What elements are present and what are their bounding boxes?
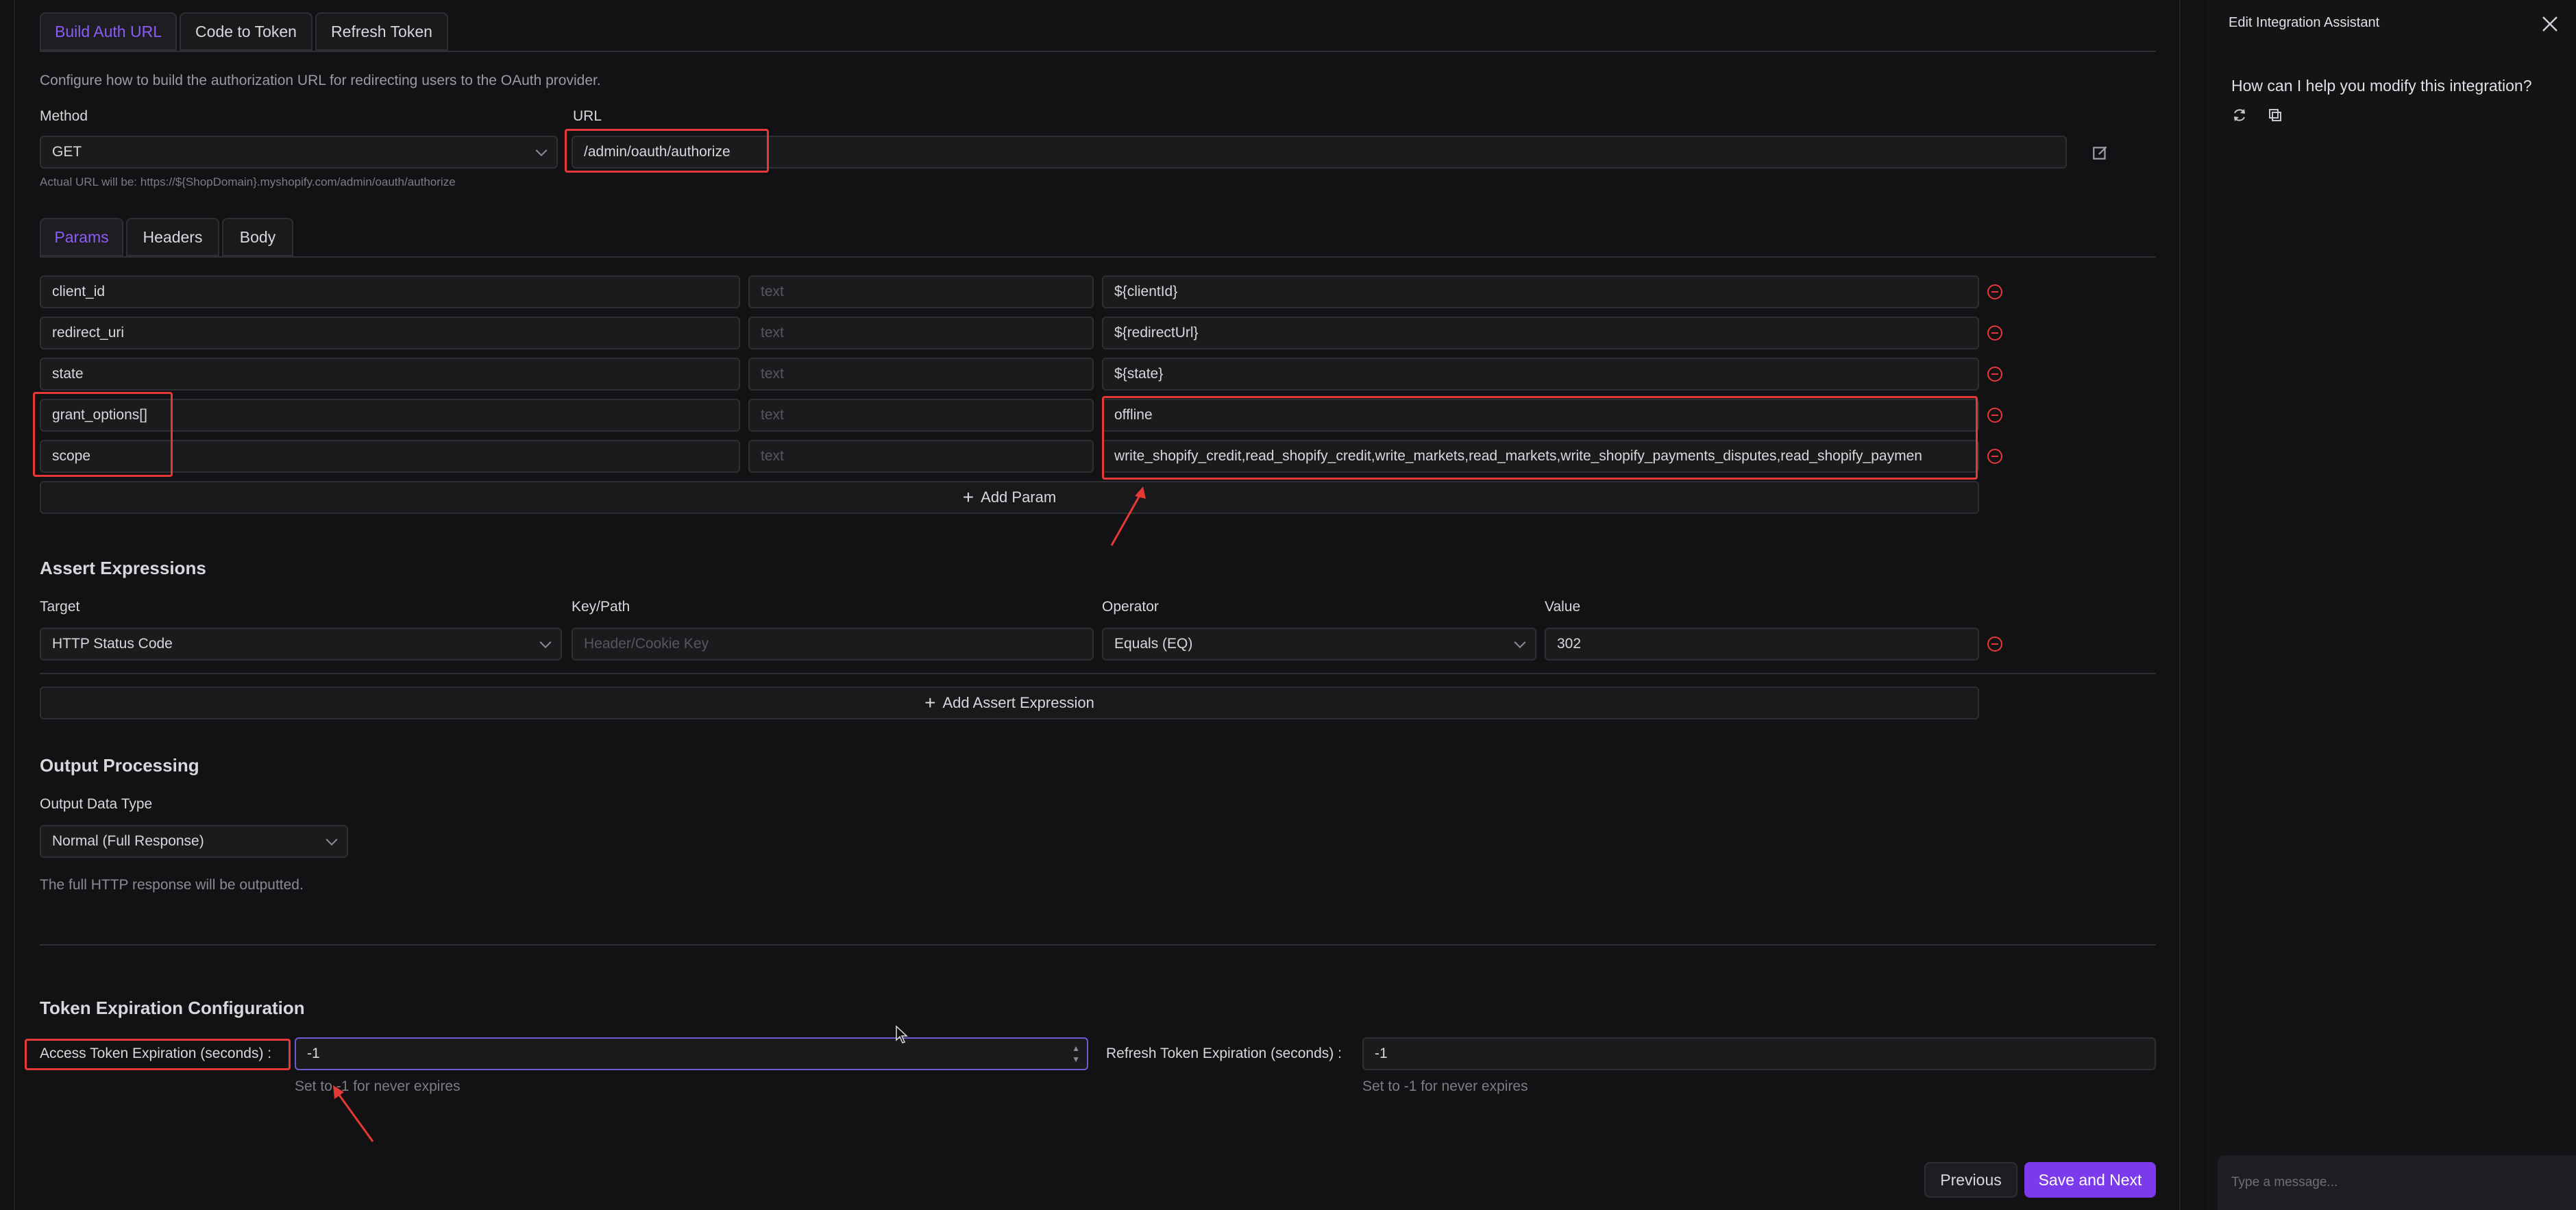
param-value-input[interactable]: ${state} xyxy=(1102,358,1979,391)
panel-divider xyxy=(2179,0,2181,1210)
annotation-arrow xyxy=(333,1085,374,1142)
assert-operator-value: Equals (EQ) xyxy=(1114,636,1193,652)
add-param-label: Add Param xyxy=(981,489,1057,506)
param-values-highlight xyxy=(1102,396,1978,480)
message-placeholder: Type a message... xyxy=(2231,1175,2338,1189)
tab-refresh-token[interactable]: Refresh Token xyxy=(315,12,448,51)
url-label: URL xyxy=(573,108,602,124)
param-type-input[interactable]: text xyxy=(748,440,1094,473)
plus-icon: + xyxy=(962,486,974,508)
previous-button[interactable]: Previous xyxy=(1924,1162,2017,1198)
copy-icon[interactable] xyxy=(2267,107,2283,123)
section-description: Configure how to build the authorization… xyxy=(40,73,601,88)
params-tabs-divider xyxy=(40,256,2156,258)
tab-body[interactable]: Body xyxy=(222,218,293,256)
tab-build-auth-url[interactable]: Build Auth URL xyxy=(40,12,177,51)
param-key-input[interactable]: state xyxy=(40,358,740,391)
tab-code-to-token[interactable]: Code to Token xyxy=(180,12,312,51)
param-type-input[interactable]: text xyxy=(748,275,1094,308)
remove-param-icon[interactable] xyxy=(1987,284,2002,299)
left-edge xyxy=(14,0,15,1210)
method-label: Method xyxy=(40,108,88,124)
add-assert-label: Add Assert Expression xyxy=(942,694,1094,711)
remove-param-icon[interactable] xyxy=(1987,367,2002,382)
token-section-title: Token Expiration Configuration xyxy=(40,998,305,1018)
chevron-down-icon xyxy=(1514,637,1526,649)
refresh-token-hint: Set to -1 for never expires xyxy=(1362,1078,1528,1094)
chevron-down-icon xyxy=(535,145,548,157)
assert-section-title: Assert Expressions xyxy=(40,558,206,578)
refresh-icon[interactable] xyxy=(2231,107,2248,123)
stepper-icon[interactable]: ▲ ▼ xyxy=(1072,1043,1080,1065)
assistant-greeting: How can I help you modify this integrati… xyxy=(2231,77,2532,95)
chevron-down-icon xyxy=(539,637,552,649)
output-type-label: Output Data Type xyxy=(40,796,153,812)
close-icon[interactable] xyxy=(2540,14,2560,34)
assistant-title: Edit Integration Assistant xyxy=(2229,15,2380,30)
output-type-select[interactable]: Normal (Full Response) xyxy=(40,825,348,858)
tab-params[interactable]: Params xyxy=(40,218,123,256)
access-token-hint: Set to -1 for never expires xyxy=(295,1078,461,1094)
output-divider xyxy=(40,944,2156,946)
mouse-cursor-icon xyxy=(896,1025,908,1044)
edit-icon[interactable] xyxy=(2092,144,2109,162)
assert-operator-label: Operator xyxy=(1102,599,1159,615)
assert-keypath-label: Key/Path xyxy=(572,599,630,615)
assert-target-select[interactable]: HTTP Status Code xyxy=(40,628,562,660)
param-key-input[interactable]: redirect_uri xyxy=(40,317,740,349)
add-param-button[interactable]: + Add Param xyxy=(40,481,1979,514)
param-type-input[interactable]: text xyxy=(748,317,1094,349)
assert-target-label: Target xyxy=(40,599,80,615)
tab-headers[interactable]: Headers xyxy=(126,218,219,256)
refresh-token-input[interactable]: -1 xyxy=(1362,1037,2156,1070)
add-assert-button[interactable]: + Add Assert Expression xyxy=(40,687,1979,719)
remove-param-icon[interactable] xyxy=(1987,325,2002,341)
access-label-highlight xyxy=(25,1039,291,1070)
param-type-input[interactable]: text xyxy=(748,399,1094,432)
output-section-title: Output Processing xyxy=(40,755,199,776)
param-value-input[interactable]: ${clientId} xyxy=(1102,275,1979,308)
param-key-input[interactable]: client_id xyxy=(40,275,740,308)
method-select[interactable]: GET xyxy=(40,136,558,169)
chevron-down-icon xyxy=(326,834,338,846)
assert-keypath-input[interactable]: Header/Cookie Key xyxy=(572,628,1094,660)
refresh-token-label: Refresh Token Expiration (seconds) : xyxy=(1106,1046,1342,1061)
output-hint: The full HTTP response will be outputted… xyxy=(40,877,304,893)
param-value-input[interactable]: ${redirectUrl} xyxy=(1102,317,1979,349)
plus-icon: + xyxy=(924,692,936,713)
access-token-input[interactable]: -1 ▲ ▼ xyxy=(295,1037,1088,1070)
remove-assert-icon[interactable] xyxy=(1987,637,2002,652)
access-token-value: -1 xyxy=(307,1046,320,1061)
annotation-arrow xyxy=(1110,486,1146,546)
method-value: GET xyxy=(52,144,82,160)
param-keys-highlight xyxy=(33,392,173,477)
url-highlight xyxy=(565,129,769,173)
assert-operator-select[interactable]: Equals (EQ) xyxy=(1102,628,1536,660)
assistant-panel: Edit Integration Assistant How can I hel… xyxy=(2207,0,2576,1210)
assert-divider xyxy=(40,673,2156,674)
output-type-value: Normal (Full Response) xyxy=(52,833,204,849)
remove-param-icon[interactable] xyxy=(1987,449,2002,464)
message-input[interactable]: Type a message... xyxy=(2218,1155,2576,1210)
assert-value-label: Value xyxy=(1545,599,1581,615)
url-input[interactable]: /admin/oauth/authorize xyxy=(572,136,2067,169)
assert-value-input[interactable]: 302 xyxy=(1545,628,1979,660)
save-and-next-button[interactable]: Save and Next xyxy=(2024,1162,2156,1198)
param-type-input[interactable]: text xyxy=(748,358,1094,391)
tabs-divider xyxy=(40,51,2156,52)
remove-param-icon[interactable] xyxy=(1987,408,2002,423)
assert-target-value: HTTP Status Code xyxy=(52,636,173,652)
actual-url-hint: Actual URL will be: https://${ShopDomain… xyxy=(40,175,456,188)
